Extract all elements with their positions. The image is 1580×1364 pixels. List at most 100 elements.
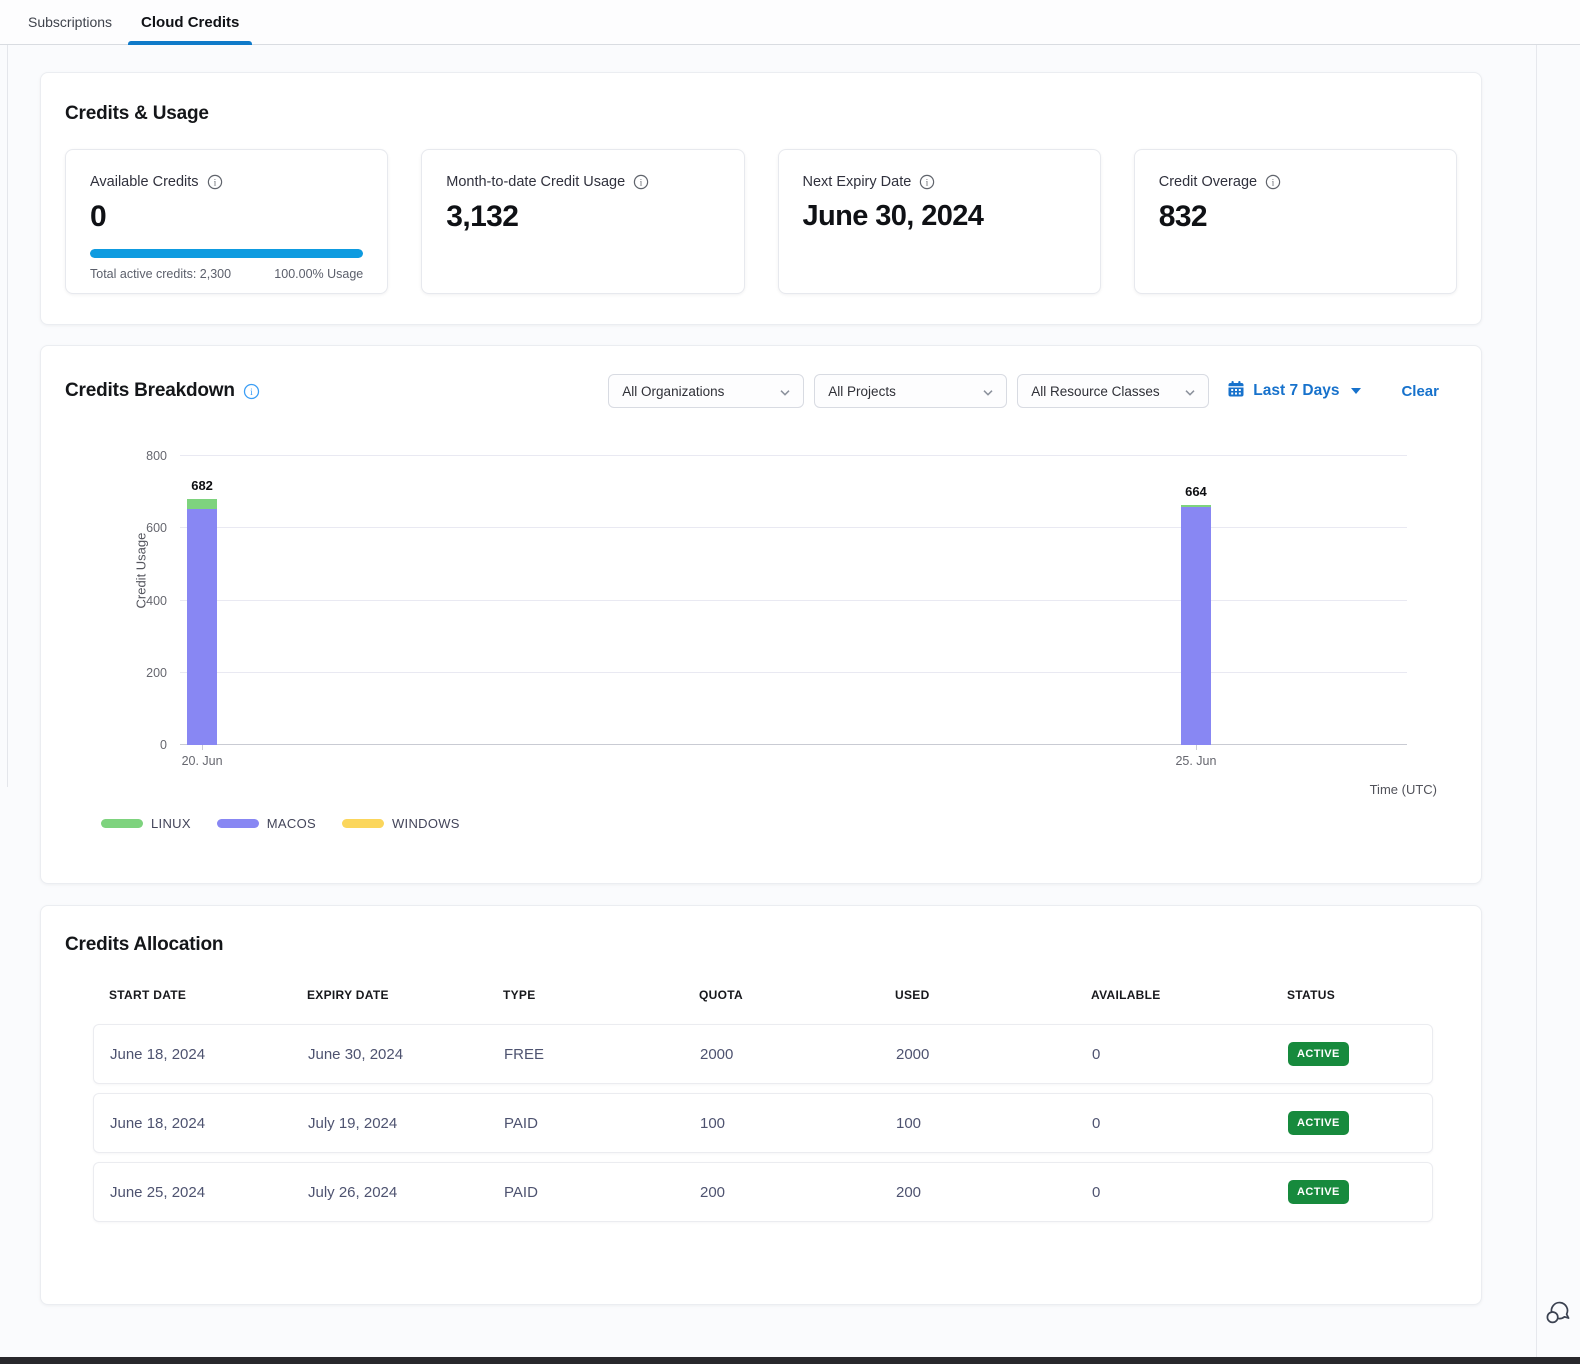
credits-usage-card: Credits & Usage Available Credits i 0 To… bbox=[40, 72, 1482, 325]
chevron-down-icon bbox=[780, 384, 790, 399]
left-panel-divider bbox=[7, 45, 8, 787]
cell-expiry-date: June 30, 2024 bbox=[308, 1046, 504, 1063]
cell-type: FREE bbox=[504, 1046, 700, 1063]
legend-item-macos[interactable]: MACOS bbox=[217, 816, 316, 831]
credits-progress-fill bbox=[90, 249, 363, 258]
caret-down-icon bbox=[1351, 388, 1361, 394]
macos-legend-label: MACOS bbox=[267, 816, 316, 831]
status-badge: ACTIVE bbox=[1288, 1042, 1349, 1066]
projects-select[interactable]: All Projects bbox=[814, 374, 1007, 408]
cell-expiry-date: July 26, 2024 bbox=[308, 1184, 504, 1201]
usage-percent-text: 100.00% Usage bbox=[274, 267, 363, 281]
table-row: June 18, 2024 June 30, 2024 FREE 2000 20… bbox=[93, 1024, 1433, 1084]
chat-launcher-icon[interactable] bbox=[1544, 1298, 1572, 1326]
status-badge: ACTIVE bbox=[1288, 1111, 1349, 1135]
projects-select-value: All Projects bbox=[828, 384, 896, 399]
resource-classes-select[interactable]: All Resource Classes bbox=[1017, 374, 1209, 408]
cell-quota: 200 bbox=[700, 1184, 896, 1201]
info-icon[interactable]: i bbox=[919, 174, 935, 190]
cell-type: PAID bbox=[504, 1184, 700, 1201]
next-expiry-value: June 30, 2024 bbox=[803, 200, 1076, 233]
credit-overage-label: Credit Overage bbox=[1159, 174, 1257, 190]
svg-text:i: i bbox=[926, 177, 929, 187]
info-icon[interactable]: i bbox=[243, 383, 260, 400]
cell-available: 0 bbox=[1092, 1115, 1288, 1132]
cell-used: 100 bbox=[896, 1115, 1092, 1132]
credits-allocation-table: START DATE EXPIRY DATE TYPE QUOTA USED A… bbox=[93, 988, 1433, 1222]
resource-classes-select-value: All Resource Classes bbox=[1031, 384, 1159, 399]
bar-chart-plot: Time (UTC) 020040060080068220. Jun66425.… bbox=[180, 456, 1407, 745]
col-status: STATUS bbox=[1287, 988, 1433, 1002]
cell-start-date: June 25, 2024 bbox=[110, 1184, 308, 1201]
credits-progress-bar bbox=[90, 249, 363, 258]
col-quota: QUOTA bbox=[699, 988, 895, 1002]
credit-overage-value: 832 bbox=[1159, 200, 1432, 234]
credits-allocation-card: Credits Allocation START DATE EXPIRY DAT… bbox=[40, 905, 1482, 1305]
status-badge: ACTIVE bbox=[1288, 1180, 1349, 1204]
legend-item-windows[interactable]: WINDOWS bbox=[342, 816, 460, 831]
tab-subscriptions-label: Subscriptions bbox=[28, 14, 112, 30]
right-panel-divider bbox=[1536, 45, 1537, 1357]
calendar-icon bbox=[1227, 380, 1245, 403]
cell-used: 2000 bbox=[896, 1046, 1092, 1063]
col-expiry-date: EXPIRY DATE bbox=[307, 988, 503, 1002]
tab-subscriptions[interactable]: Subscriptions bbox=[22, 0, 118, 45]
credits-breakdown-card: Credits Breakdown i All Organizations Al… bbox=[40, 345, 1482, 884]
windows-legend-label: WINDOWS bbox=[392, 816, 460, 831]
available-credits-label: Available Credits bbox=[90, 174, 199, 190]
chart-bar[interactable]: 682 bbox=[187, 499, 217, 745]
cell-available: 0 bbox=[1092, 1184, 1288, 1201]
date-range-picker[interactable]: Last 7 Days bbox=[1227, 380, 1361, 403]
table-row: June 18, 2024 July 19, 2024 PAID 100 100… bbox=[93, 1093, 1433, 1153]
svg-text:i: i bbox=[1272, 177, 1275, 187]
total-active-credits-text: Total active credits: 2,300 bbox=[90, 267, 231, 281]
col-used: USED bbox=[895, 988, 1091, 1002]
macos-legend-swatch bbox=[217, 819, 259, 828]
stat-grid: Available Credits i 0 Total active credi… bbox=[65, 149, 1459, 294]
cell-type: PAID bbox=[504, 1115, 700, 1132]
svg-text:i: i bbox=[640, 177, 643, 187]
tab-bar: Subscriptions Cloud Credits bbox=[0, 0, 1580, 45]
cell-start-date: June 18, 2024 bbox=[110, 1046, 308, 1063]
clear-filters-link[interactable]: Clear bbox=[1401, 383, 1439, 400]
mtd-usage-card: Month-to-date Credit Usage i 3,132 bbox=[421, 149, 744, 294]
chart-bar[interactable]: 664 bbox=[1181, 505, 1211, 745]
x-axis-title: Time (UTC) bbox=[1370, 782, 1437, 797]
info-icon[interactable]: i bbox=[633, 174, 649, 190]
next-expiry-label: Next Expiry Date bbox=[803, 174, 912, 190]
col-start-date: START DATE bbox=[109, 988, 307, 1002]
available-credits-card: Available Credits i 0 Total active credi… bbox=[65, 149, 388, 294]
chart-legend: LINUX MACOS WINDOWS bbox=[101, 816, 1459, 831]
bottom-window-edge bbox=[0, 1357, 1580, 1364]
credit-usage-chart: Credit Usage Time (UTC) 0200400600800682… bbox=[65, 456, 1459, 780]
mtd-usage-value: 3,132 bbox=[446, 200, 719, 234]
organizations-select[interactable]: All Organizations bbox=[608, 374, 804, 408]
cell-start-date: June 18, 2024 bbox=[110, 1115, 308, 1132]
info-icon[interactable]: i bbox=[1265, 174, 1281, 190]
cell-used: 200 bbox=[896, 1184, 1092, 1201]
legend-item-linux[interactable]: LINUX bbox=[101, 816, 191, 831]
info-icon[interactable]: i bbox=[207, 174, 223, 190]
table-row: June 25, 2024 July 26, 2024 PAID 200 200… bbox=[93, 1162, 1433, 1222]
credits-usage-title: Credits & Usage bbox=[65, 103, 1459, 125]
chevron-down-icon bbox=[983, 384, 993, 399]
cell-available: 0 bbox=[1092, 1046, 1288, 1063]
next-expiry-card: Next Expiry Date i June 30, 2024 bbox=[778, 149, 1101, 294]
col-type: TYPE bbox=[503, 988, 699, 1002]
svg-text:i: i bbox=[250, 387, 253, 398]
linux-legend-label: LINUX bbox=[151, 816, 191, 831]
chevron-down-icon bbox=[1185, 384, 1195, 399]
tab-cloud-credits[interactable]: Cloud Credits bbox=[135, 0, 245, 45]
organizations-select-value: All Organizations bbox=[622, 384, 724, 399]
tab-cloud-credits-label: Cloud Credits bbox=[141, 14, 239, 31]
credit-overage-card: Credit Overage i 832 bbox=[1134, 149, 1457, 294]
table-header-row: START DATE EXPIRY DATE TYPE QUOTA USED A… bbox=[93, 988, 1433, 1002]
col-available: AVAILABLE bbox=[1091, 988, 1287, 1002]
cell-quota: 100 bbox=[700, 1115, 896, 1132]
windows-legend-swatch bbox=[342, 819, 384, 828]
linux-legend-swatch bbox=[101, 819, 143, 828]
svg-text:i: i bbox=[213, 177, 216, 187]
credits-breakdown-title: Credits Breakdown bbox=[65, 380, 235, 402]
date-range-value: Last 7 Days bbox=[1253, 382, 1339, 400]
breakdown-filters: All Organizations All Projects All Resou… bbox=[608, 374, 1459, 408]
